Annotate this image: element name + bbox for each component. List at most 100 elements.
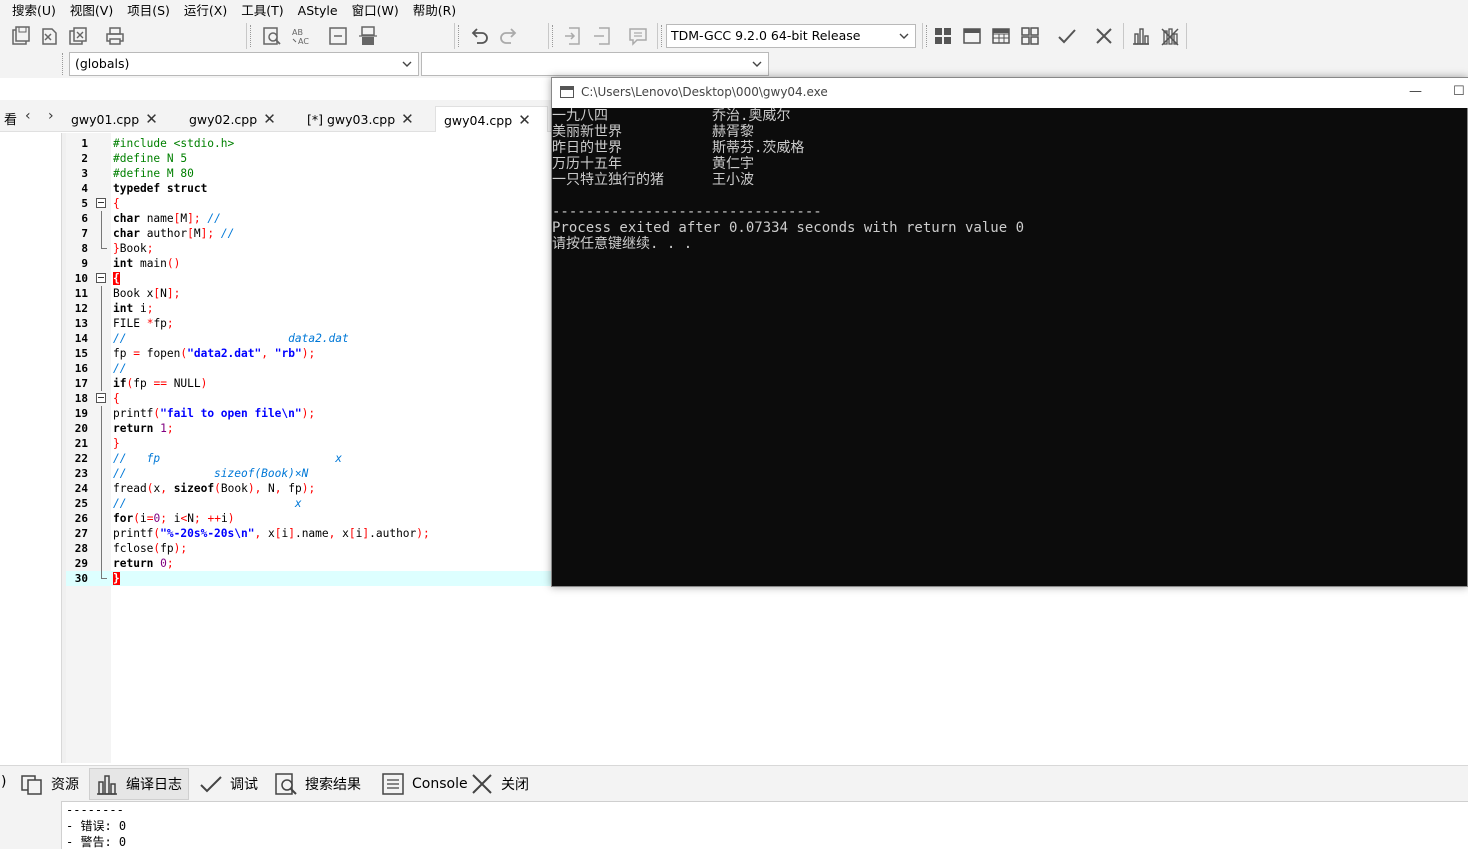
bottom-left-mark: )	[1, 774, 7, 790]
chevron-down-icon	[752, 61, 762, 67]
redo-icon[interactable]	[497, 24, 521, 48]
left-panel-tab[interactable]: 看	[4, 109, 17, 128]
fold-guide	[101, 556, 102, 571]
scope-toolbar: (globals)	[0, 51, 1468, 78]
maximize-icon[interactable]: ☐	[1453, 84, 1465, 99]
close-icon[interactable]: ✕	[518, 107, 532, 133]
code-text: {	[113, 197, 120, 210]
exit-message: Process exited after 0.07334 seconds wit…	[552, 220, 1025, 236]
replace-icon[interactable]: AB AC	[289, 24, 313, 48]
code-text: }Book;	[113, 242, 154, 255]
close-all-icon[interactable]	[66, 24, 90, 48]
debug-icon	[200, 776, 222, 793]
menu-run[interactable]: 运行(X)	[177, 0, 234, 21]
close-icon[interactable]: ✕	[145, 106, 159, 132]
find-icon[interactable]	[260, 24, 284, 48]
fold-toggle-icon[interactable]	[96, 393, 106, 403]
unindent-icon[interactable]	[356, 24, 380, 48]
line-number: 27	[74, 527, 88, 540]
line-number: 19	[74, 407, 88, 420]
fold-guide	[101, 211, 102, 226]
tab-compile-log[interactable]: 编译日志	[89, 768, 189, 800]
undo-icon[interactable]	[467, 24, 491, 48]
goto-icon[interactable]	[561, 24, 585, 48]
table-icon[interactable]	[989, 24, 1013, 48]
tab-gwy03[interactable]: [*] gwy03.cpp ✕	[299, 106, 415, 132]
member-select[interactable]	[421, 52, 769, 76]
save-all-icon[interactable]	[9, 24, 33, 48]
code-text: printf("%-20s%-20s\n", x[i].name, x[i].a…	[113, 527, 430, 540]
indent-icon[interactable]	[326, 24, 350, 48]
tab-search-results[interactable]: 搜索结果	[273, 768, 361, 800]
code-text: typedef struct	[113, 182, 208, 195]
line-number: 10	[74, 272, 88, 285]
line-number: 4	[81, 182, 88, 195]
code-text: {	[113, 392, 120, 405]
compile-log[interactable]: -------- - 错误: 0 - 警告: 0	[62, 801, 1468, 849]
tab-label: Console	[412, 776, 468, 792]
code-text: fclose(fp);	[113, 542, 188, 555]
fold-guide	[101, 301, 102, 316]
tab-next-icon[interactable]: ›	[48, 108, 54, 124]
bottom-left-strip	[0, 801, 62, 849]
menu-search[interactable]: 搜索(U)	[0, 0, 63, 21]
line-number: 6	[81, 212, 88, 225]
tiles-icon[interactable]	[1018, 24, 1042, 48]
tab-resources[interactable]: 资源	[15, 768, 83, 800]
console-window[interactable]: C:\Users\Lenovo\Desktop\000\gwy04.exe — …	[551, 77, 1468, 587]
line-number: 11	[74, 287, 88, 300]
grid-icon[interactable]	[931, 24, 955, 48]
tab-prev-icon[interactable]: ‹	[25, 108, 31, 124]
check-icon[interactable]	[1055, 24, 1079, 48]
menu-help[interactable]: 帮助(R)	[406, 0, 463, 21]
tab-debug[interactable]: 调试	[198, 768, 258, 800]
chart-icon[interactable]	[1129, 24, 1153, 48]
console-titlebar[interactable]: C:\Users\Lenovo\Desktop\000\gwy04.exe — …	[552, 78, 1468, 108]
line-number: 20	[74, 422, 88, 435]
minimize-icon[interactable]: —	[1409, 84, 1422, 99]
menu-window[interactable]: 窗口(W)	[345, 0, 406, 21]
tab-gwy02[interactable]: gwy02.cpp ✕	[181, 106, 277, 132]
fold-end-marker	[101, 241, 107, 249]
code-text: return 1;	[113, 422, 174, 435]
code-text: return 0;	[113, 557, 174, 570]
close-file-icon[interactable]	[37, 24, 61, 48]
tab-close[interactable]: 关闭	[469, 768, 529, 800]
fold-toggle-icon[interactable]	[96, 273, 106, 283]
print-icon[interactable]	[103, 24, 127, 48]
book-author: 黄仁宇	[712, 156, 754, 172]
fold-guide	[101, 286, 102, 301]
window-icon[interactable]	[960, 24, 984, 48]
comment-icon[interactable]	[626, 24, 650, 48]
tab-gwy04[interactable]: gwy04.cpp ✕	[435, 106, 548, 132]
fold-guide	[101, 331, 102, 346]
menu-project[interactable]: 项目(S)	[120, 0, 177, 21]
tab-console[interactable]: Console	[380, 768, 468, 800]
globals-select[interactable]: (globals)	[69, 52, 419, 76]
code-text: {	[113, 272, 120, 285]
menu-view[interactable]: 视图(V)	[63, 0, 120, 21]
fold-guide	[101, 481, 102, 496]
resources-icon	[21, 775, 42, 795]
compiler-select[interactable]: TDM-GCC 9.2.0 64-bit Release	[666, 24, 916, 48]
close-icon[interactable]: ✕	[263, 106, 277, 132]
bookmark-icon[interactable]	[590, 24, 614, 48]
tab-label: gwy02.cpp	[189, 112, 258, 127]
tab-label: 关闭	[501, 777, 529, 793]
fold-guide	[101, 436, 102, 451]
line-number: 9	[81, 257, 88, 270]
code-text: // fp x	[113, 452, 343, 465]
menu-astyle[interactable]: AStyle	[291, 0, 345, 21]
cross-icon[interactable]	[1092, 24, 1116, 48]
fold-toggle-icon[interactable]	[96, 198, 106, 208]
log-line: --------	[66, 803, 124, 817]
code-text: }	[113, 572, 120, 585]
tab-gwy01[interactable]: gwy01.cpp ✕	[63, 106, 159, 132]
fold-guide	[101, 511, 102, 526]
close-icon[interactable]: ✕	[401, 106, 415, 132]
line-number: 5	[81, 197, 88, 210]
log-line: - 警告: 0	[66, 835, 127, 849]
menu-tools[interactable]: 工具(T)	[234, 0, 290, 21]
chart-cancel-icon[interactable]	[1158, 24, 1182, 48]
book-name: 美丽新世界	[552, 124, 622, 140]
